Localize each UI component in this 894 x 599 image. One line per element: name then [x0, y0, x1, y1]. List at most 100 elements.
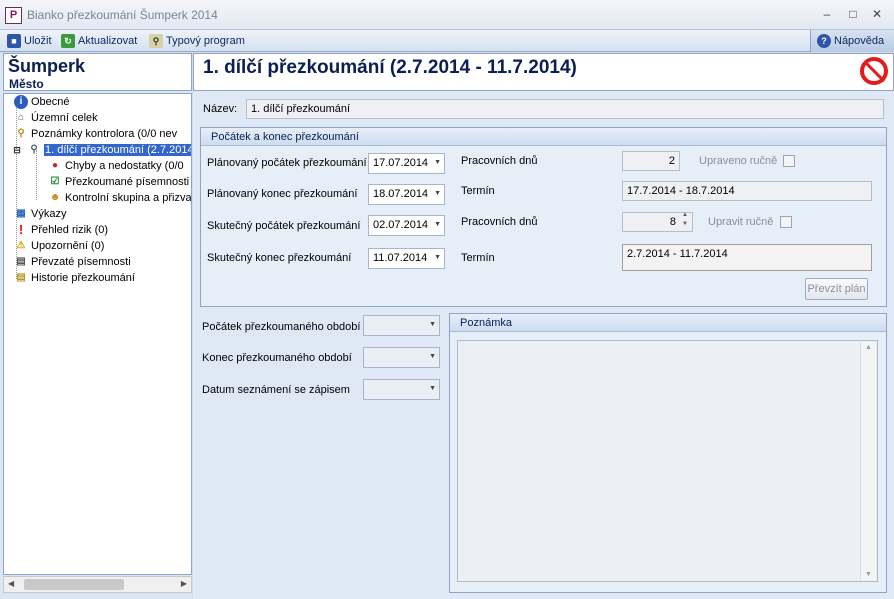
tree-item-label: Chyby a nedostatky (0/0: [65, 160, 184, 172]
actual-start-date[interactable]: 02.07.2014 ▼: [368, 215, 445, 236]
tree-item-notes[interactable]: ⚲ Poznámky kontrolora (0/0 nev: [14, 126, 177, 142]
tree-item-errors[interactable]: ● Chyby a nedostatky (0/0: [48, 158, 184, 174]
tree-item-label: Obecné: [31, 96, 70, 108]
edited-manually-label: Upraveno ručně: [699, 155, 778, 167]
tree-item-control-group[interactable]: ☻ Kontrolní skupina a přizvar: [48, 190, 192, 206]
collapse-icon: ⊟: [13, 145, 21, 155]
checklist-icon: ☑: [50, 176, 60, 187]
navigation-tree: i Obecné ⌂ Územní celek ⚲ Poznámky kontr…: [3, 93, 192, 575]
page-title: 1. dílčí přezkoumání (2.7.2014 - 11.7.20…: [203, 57, 577, 78]
city-type: Město: [9, 77, 44, 91]
edited-manually-checkbox[interactable]: [783, 155, 795, 167]
scroll-thumb[interactable]: [24, 579, 124, 590]
people-icon: ☻: [49, 192, 61, 203]
tree-item-label: Poznámky kontrolora (0/0 nev: [31, 128, 178, 140]
tree-item-general[interactable]: i Obecné: [14, 94, 70, 110]
info-icon: i: [14, 95, 28, 109]
workdays-actual-label: Pracovních dnů: [461, 216, 538, 228]
tree-item-risks[interactable]: ! Přehled rizik (0): [14, 222, 108, 238]
tree-item-review-1[interactable]: ⊟ ⚲ 1. dílčí přezkoumání (2.7.2014: [10, 142, 191, 158]
tree-item-label: Kontrolní skupina a přizvar: [65, 192, 192, 204]
chevron-down-icon[interactable]: ▼: [429, 385, 436, 392]
scroll-down-icon[interactable]: ▼: [865, 571, 872, 578]
stop-icon[interactable]: [860, 57, 888, 85]
chevron-down-icon[interactable]: ▼: [429, 321, 436, 328]
acquaint-date-label: Datum seznámení se zápisem: [202, 384, 350, 396]
house-icon: ⌂: [17, 112, 25, 123]
city-name: Šumperk: [8, 56, 86, 76]
scroll-left-icon[interactable]: ◀: [8, 579, 14, 588]
chevron-down-icon[interactable]: ▼: [434, 254, 441, 261]
key-icon: ⚲: [17, 128, 25, 139]
tree-item-label: Přezkoumané písemnosti (: [65, 176, 192, 188]
tree-item-warnings[interactable]: ⚠ Upozornění (0): [14, 238, 105, 254]
tree-item-label: Přehled rizik (0): [31, 224, 109, 236]
term-actual-field: 2.7.2014 - 11.7.2014: [622, 244, 872, 271]
refresh-button[interactable]: ↻ Aktualizovat: [61, 32, 137, 50]
period-start-date[interactable]: ▼: [363, 315, 440, 336]
acquaint-date[interactable]: ▼: [363, 379, 440, 400]
term-planned-label: Termín: [461, 185, 495, 197]
tree-item-label: Upozornění (0): [31, 240, 105, 252]
tree-horizontal-scrollbar[interactable]: ◀ ▶: [3, 576, 192, 593]
close-icon[interactable]: ✕: [868, 6, 886, 22]
group-title: Počátek a konec přezkoumání: [201, 128, 886, 146]
save-label: Uložit: [24, 35, 52, 47]
tree-item-documents[interactable]: ☑ Přezkoumané písemnosti (: [48, 174, 192, 190]
edit-manually-checkbox[interactable]: [780, 216, 792, 228]
workdays-planned-field: 2: [622, 151, 680, 171]
tree-item-history[interactable]: ▤ Historie přezkoumání: [14, 270, 135, 286]
tree-item-label: Územní celek: [31, 112, 98, 124]
tree-item-label: 1. dílčí přezkoumání (2.7.2014: [44, 144, 191, 156]
tree-item-label: Výkazy: [31, 208, 67, 220]
planned-start-label: Plánovaný počátek přezkoumání: [207, 157, 367, 169]
template-program-button[interactable]: ⚲ Typový program: [149, 32, 245, 50]
help-label: Nápověda: [834, 35, 885, 47]
window-title: Bianko přezkoumání Šumperk 2014: [27, 8, 218, 22]
scroll-up-icon[interactable]: ▲: [865, 344, 872, 351]
chevron-down-icon[interactable]: ▼: [434, 221, 441, 228]
history-icon: ▤: [16, 272, 26, 283]
note-title: Poznámka: [450, 314, 886, 332]
term-planned-field: 17.7.2014 - 18.7.2014: [622, 181, 872, 201]
actual-start-value: 02.07.2014: [373, 219, 429, 231]
tree-item-label: Historie přezkoumání: [31, 272, 135, 284]
chevron-down-icon[interactable]: ▼: [434, 159, 441, 166]
actual-end-label: Skutečný konec přezkoumání: [207, 252, 352, 264]
note-scrollbar[interactable]: ▲ ▼: [860, 342, 876, 580]
chevron-down-icon[interactable]: ▼: [434, 190, 441, 197]
tree-item-territory[interactable]: ⌂ Územní celek: [14, 110, 98, 126]
actual-start-label: Skutečný počátek přezkoumání: [207, 220, 361, 232]
planned-end-value: 18.07.2014: [373, 188, 429, 200]
floppy-disk-icon: ■: [7, 34, 21, 48]
actual-end-date[interactable]: 11.07.2014 ▼: [368, 248, 445, 269]
scroll-right-icon[interactable]: ▶: [181, 579, 187, 588]
help-button[interactable]: ? Nápověda: [817, 32, 884, 50]
refresh-label: Aktualizovat: [78, 35, 138, 47]
period-end-date[interactable]: ▼: [363, 347, 440, 368]
app-icon: P: [5, 7, 22, 24]
template-program-label: Typový program: [166, 35, 245, 47]
term-actual-label: Termín: [461, 252, 495, 264]
tree-item-taken-documents[interactable]: ▤ Převzaté písemnosti: [14, 254, 130, 270]
name-field[interactable]: 1. dílčí přezkoumání: [246, 99, 884, 119]
chevron-down-icon[interactable]: ▼: [429, 353, 436, 360]
stepper-arrows-icon[interactable]: ▲ ▼: [682, 211, 688, 229]
period-end-label: Konec přezkoumaného období: [202, 352, 352, 364]
minimize-icon[interactable]: –: [818, 6, 836, 22]
planned-start-date[interactable]: 17.07.2014 ▼: [368, 153, 445, 174]
take-plan-button[interactable]: Převzít plán: [805, 278, 868, 300]
note-textarea[interactable]: [457, 340, 878, 582]
planned-end-date[interactable]: 18.07.2014 ▼: [368, 184, 445, 205]
refresh-icon: ↻: [61, 34, 75, 48]
magnifier-icon: ⚲: [149, 34, 163, 48]
workdays-planned-label: Pracovních dnů: [461, 155, 538, 167]
save-button[interactable]: ■ Uložit: [7, 32, 52, 50]
maximize-icon[interactable]: □: [844, 6, 862, 22]
error-icon: ●: [51, 160, 59, 171]
tree-item-statements[interactable]: ▦ Výkazy: [14, 206, 66, 222]
help-icon: ?: [817, 34, 831, 48]
magnifier-icon: ⚲: [30, 144, 38, 155]
document-icon: ▤: [16, 256, 26, 267]
table-icon: ▦: [16, 208, 26, 219]
